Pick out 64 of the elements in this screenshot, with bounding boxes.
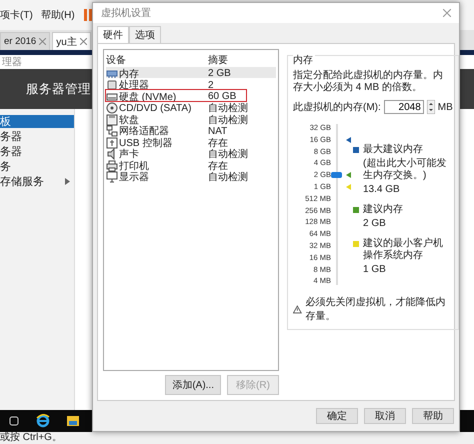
device-name: 声卡 xyxy=(119,148,139,160)
sidebar-item[interactable]: 务 xyxy=(0,160,74,173)
page-title: 服务器管理 xyxy=(26,80,91,98)
dialog-button[interactable]: 帮助 xyxy=(412,408,454,424)
device-row[interactable]: 打印机 存在 xyxy=(106,158,276,170)
unit-label: MB xyxy=(438,102,453,112)
breadcrumb: 理器 xyxy=(2,57,22,68)
device-name: 处理器 xyxy=(119,78,149,92)
warning-text: 必须先关闭虚拟机，才能降低内存量。 xyxy=(306,296,447,324)
device-name: 软盘 xyxy=(119,114,139,126)
device-name: 网络适配器 xyxy=(119,124,169,138)
legend-value: 13.4 GB xyxy=(363,184,401,196)
status-text: 或按 Ctrl+G。 xyxy=(0,432,62,443)
device-summary: 自动检测 xyxy=(208,170,249,184)
column-header: 摘要 xyxy=(208,54,229,67)
dialog-button[interactable]: 取消 xyxy=(364,408,406,424)
field-label: 此虚拟机的内存(M): xyxy=(293,100,381,114)
sidebar-item[interactable]: 板 xyxy=(0,115,74,128)
tab[interactable]: 硬件 xyxy=(97,26,129,43)
window-title: 虚拟机设置 xyxy=(101,6,151,20)
device-name: 硬盘 (NVMe) xyxy=(119,90,176,102)
action-button[interactable]: 添加(A)... xyxy=(165,375,221,395)
description: 指定分配给此虚拟机的内存量。内存大小必须为 4 MB 的倍数。 xyxy=(293,70,444,94)
browser-tab[interactable]: yu主 xyxy=(52,32,91,50)
legend-title: 建议内存 xyxy=(363,204,403,216)
device-row[interactable]: 显示器 自动检测 xyxy=(106,170,276,182)
device-row[interactable]: 软盘 自动检测 xyxy=(106,112,276,124)
device-name: 内存 xyxy=(119,68,139,80)
device-summary: 60 GB xyxy=(208,91,238,102)
device-summary: 存在 xyxy=(208,160,228,172)
device-summary: NAT xyxy=(208,126,228,136)
device-summary: 2 GB xyxy=(208,68,232,79)
device-summary: 自动检测 xyxy=(208,102,249,114)
legend-title: 最大建议内存 xyxy=(363,144,424,156)
column-header: 设备 xyxy=(106,54,127,67)
tab[interactable]: 选项 xyxy=(129,26,161,43)
device-name: CD/DVD (SATA) xyxy=(119,102,192,114)
sidebar-item[interactable]: 务器 xyxy=(0,145,74,158)
device-name: USB 控制器 xyxy=(119,136,172,148)
sidebar-item[interactable]: 存储服务 xyxy=(0,175,74,188)
browser-tab[interactable]: er 2016 xyxy=(0,32,50,50)
dialog-button[interactable]: 确定 xyxy=(316,408,358,424)
device-row[interactable]: 声卡 自动检测 xyxy=(106,147,276,158)
device-name: 显示器 xyxy=(119,171,149,184)
device-summary: 自动检测 xyxy=(208,148,249,161)
device-row[interactable]: CD/DVD (SATA) 自动检测 xyxy=(106,101,276,112)
menu-item[interactable]: 帮助(H) xyxy=(40,8,75,22)
device-summary: 存在 xyxy=(208,136,228,149)
group-label: 内存 xyxy=(293,55,315,66)
device-name: 打印机 xyxy=(119,160,149,172)
memory-input[interactable]: 2048 xyxy=(384,100,424,114)
device-row[interactable]: USB 控制器 存在 xyxy=(106,136,276,147)
device-row[interactable]: 网络适配器 NAT xyxy=(106,124,276,136)
device-row[interactable]: 硬盘 (NVMe) 60 GB xyxy=(106,90,246,101)
legend-value: 2 GB xyxy=(363,218,387,230)
sidebar-item[interactable]: 务器 xyxy=(0,130,74,143)
device-row[interactable]: 处理器 2 xyxy=(106,78,276,90)
legend-title: 建议的最小客户机操作系统内存 xyxy=(363,238,444,262)
menu-item[interactable]: 项卡(T) xyxy=(0,8,33,22)
device-summary: 自动检测 xyxy=(208,114,249,126)
device-summary: 2 xyxy=(208,80,215,90)
legend-note: (超出此大小可能发生内存交换。) xyxy=(363,158,448,182)
legend-value: 1 GB xyxy=(363,264,387,276)
device-row[interactable]: 内存 2 GB xyxy=(106,66,276,78)
